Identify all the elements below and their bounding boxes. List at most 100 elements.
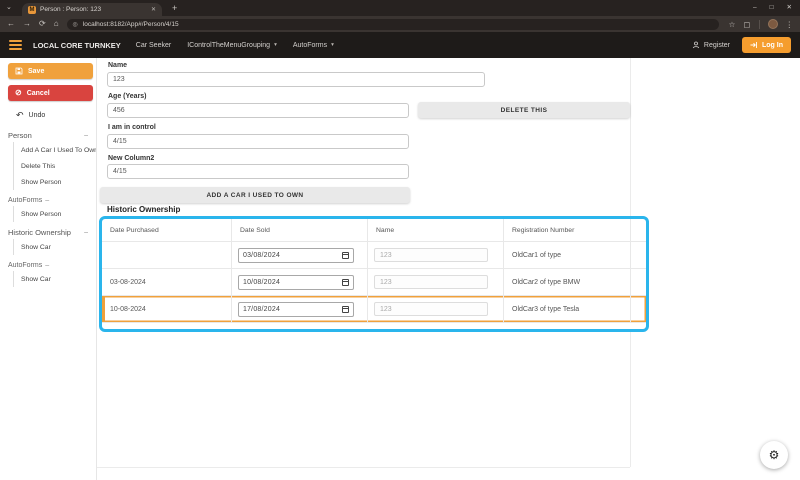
sidebar-item-show-person-2[interactable]: Show Person bbox=[14, 206, 96, 222]
col-header-date-purchased: Date Purchased bbox=[102, 227, 159, 234]
collapse-icon: – bbox=[45, 262, 49, 269]
toolbar-separator bbox=[759, 20, 760, 29]
sidebar-group-autoforms-2[interactable]: AutoForms– bbox=[8, 262, 88, 269]
settings-fab[interactable]: ⚙ bbox=[760, 441, 788, 469]
url-text: localhost:8182/App#/Person/4/15 bbox=[83, 21, 179, 28]
window-close-button[interactable]: ✕ bbox=[787, 0, 792, 16]
undo-icon: ↶ bbox=[16, 112, 24, 119]
extensions-icon[interactable]: ▢ bbox=[743, 20, 750, 29]
reload-icon[interactable]: ⟳ bbox=[39, 16, 46, 32]
registration-value: OldCar2 of type BMW bbox=[504, 279, 580, 286]
age-label: Age (Years) bbox=[108, 93, 147, 100]
save-button[interactable]: Save bbox=[8, 63, 93, 79]
nav-item-car-seeker[interactable]: Car Seeker bbox=[136, 42, 171, 49]
browser-toolbar: ← → ⟳ ⌂ ◎ localhost:8182/App#/Person/4/1… bbox=[0, 16, 800, 32]
sidebar-group-historic-ownership[interactable]: Historic Ownership – bbox=[8, 228, 88, 237]
tab-strip: ⌄ M Person : Person: 123 ✕ + – □ ✕ bbox=[0, 0, 800, 16]
back-icon[interactable]: ← bbox=[7, 16, 15, 32]
name-field[interactable] bbox=[107, 72, 485, 87]
col-header-name: Name bbox=[368, 227, 394, 234]
tab-close-icon[interactable]: ✕ bbox=[151, 6, 156, 13]
age-field[interactable] bbox=[107, 103, 409, 118]
chevron-down-icon: ▾ bbox=[331, 42, 334, 48]
col-header-date-sold: Date Sold bbox=[232, 227, 270, 234]
sidebar-item-show-car-2[interactable]: Show Car bbox=[14, 271, 96, 287]
sidebar-item-show-car[interactable]: Show Car bbox=[14, 239, 96, 255]
nav-item-autoforms[interactable]: AutoForms ▾ bbox=[293, 42, 334, 49]
registration-value: OldCar3 of type Tesla bbox=[504, 306, 579, 313]
sidebar-group-autoforms-1[interactable]: AutoForms– bbox=[8, 197, 88, 204]
new-tab-button[interactable]: + bbox=[172, 3, 177, 14]
sidebar-item-delete-this[interactable]: Delete This bbox=[14, 158, 96, 174]
sidebar-group-autoforms-1-items: Show Person bbox=[13, 206, 96, 222]
calendar-icon[interactable] bbox=[342, 306, 349, 313]
collapse-icon: – bbox=[45, 197, 49, 204]
window-minimize-button[interactable]: – bbox=[753, 0, 757, 16]
hamburger-menu-icon[interactable] bbox=[9, 40, 22, 50]
profile-avatar[interactable] bbox=[768, 19, 778, 29]
undo-button[interactable]: ↶ Undo bbox=[16, 112, 96, 119]
chevron-down-icon: ▾ bbox=[274, 42, 277, 48]
date-sold-input[interactable]: 10/08/2024 bbox=[238, 275, 354, 290]
sidebar-group-autoforms-2-items: Show Car bbox=[13, 271, 96, 287]
bookmark-star-icon[interactable]: ☆ bbox=[729, 20, 736, 29]
window-maximize-button[interactable]: □ bbox=[770, 0, 774, 16]
sidebar-group-person-items: Add A Car I Used To Own... Delete This S… bbox=[13, 142, 96, 190]
browser-window: ⌄ M Person : Person: 123 ✕ + – □ ✕ ← → ⟳… bbox=[0, 0, 800, 480]
sidebar-group-person[interactable]: Person – bbox=[8, 131, 88, 140]
date-sold-input[interactable]: 17/08/2024 bbox=[238, 302, 354, 317]
sidebar-item-show-person[interactable]: Show Person bbox=[14, 174, 96, 190]
toolbar-right: ☆ ▢ ⋮ bbox=[729, 19, 793, 29]
browser-tab[interactable]: M Person : Person: 123 ✕ bbox=[22, 3, 162, 16]
person-icon bbox=[692, 41, 700, 49]
sidebar-group-historic-items: Show Car bbox=[13, 239, 96, 255]
sidebar-item-add-a-car[interactable]: Add A Car I Used To Own... bbox=[14, 142, 96, 158]
calendar-icon[interactable] bbox=[342, 279, 349, 286]
login-arrow-icon bbox=[750, 41, 758, 49]
site-info-icon[interactable]: ◎ bbox=[73, 21, 78, 28]
tab-search-chevron-icon[interactable]: ⌄ bbox=[6, 3, 12, 13]
i-am-in-control-label: I am in control bbox=[108, 124, 156, 131]
login-button[interactable]: Log In bbox=[742, 37, 791, 53]
calendar-icon[interactable] bbox=[342, 252, 349, 259]
collapse-icon[interactable]: – bbox=[84, 229, 88, 236]
register-link[interactable]: Register bbox=[692, 41, 730, 49]
table-row[interactable]: 03-08-2024 10/08/2024 OldCar2 of type BM… bbox=[102, 269, 646, 296]
name-input-disabled[interactable] bbox=[374, 275, 488, 289]
table-row-selected[interactable]: 10-08-2024 17/08/2024 OldCar3 of type Te… bbox=[102, 296, 646, 323]
historic-ownership-title: Historic Ownership bbox=[107, 205, 180, 214]
browser-menu-icon[interactable]: ⋮ bbox=[786, 20, 794, 29]
cancel-button[interactable]: ⊘ Cancel bbox=[8, 85, 93, 101]
registration-value: OldCar1 of type bbox=[504, 252, 561, 259]
collapse-icon[interactable]: – bbox=[84, 132, 88, 139]
i-am-in-control-field[interactable] bbox=[107, 134, 409, 149]
app-navbar: LOCAL CORE TURNKEY Car Seeker IControlTh… bbox=[0, 32, 800, 58]
home-icon[interactable]: ⌂ bbox=[54, 16, 59, 32]
tab-title: Person : Person: 123 bbox=[40, 6, 147, 13]
gear-icon: ⚙ bbox=[769, 449, 780, 461]
new-column2-label: New Column2 bbox=[108, 155, 154, 162]
historic-ownership-table: Date Purchased Date Sold Name Registrati… bbox=[99, 216, 649, 332]
name-input-disabled[interactable] bbox=[374, 248, 488, 262]
cancel-icon: ⊘ bbox=[15, 89, 22, 97]
new-column2-field[interactable] bbox=[107, 164, 409, 179]
col-header-registration: Registration Number bbox=[504, 227, 574, 234]
date-purchased-value: 03-08-2024 bbox=[102, 279, 146, 286]
address-bar[interactable]: ◎ localhost:8182/App#/Person/4/15 bbox=[67, 19, 719, 30]
nav-item-icontrolthemenugrouping[interactable]: IControlTheMenuGrouping ▾ bbox=[187, 42, 277, 49]
forward-icon[interactable]: → bbox=[23, 16, 31, 32]
table-empty-area bbox=[102, 323, 646, 329]
table-header-row: Date Purchased Date Sold Name Registrati… bbox=[102, 219, 646, 242]
app-brand[interactable]: LOCAL CORE TURNKEY bbox=[33, 41, 121, 50]
content-bottom-border bbox=[97, 467, 630, 468]
name-input-disabled[interactable] bbox=[374, 302, 488, 316]
date-sold-input[interactable]: 03/08/2024 bbox=[238, 248, 354, 263]
main-content: Name Age (Years) DELETE THIS I am in con… bbox=[97, 58, 800, 480]
table-row[interactable]: 03/08/2024 OldCar1 of type bbox=[102, 242, 646, 269]
add-car-button[interactable]: ADD A CAR I USED TO OWN bbox=[100, 187, 410, 203]
save-floppy-icon bbox=[15, 67, 23, 75]
delete-this-button[interactable]: DELETE THIS bbox=[418, 102, 630, 118]
date-purchased-value: 10-08-2024 bbox=[102, 306, 146, 313]
favicon: M bbox=[28, 6, 36, 14]
sidebar: Save ⊘ Cancel ↶ Undo Person – Add A Car … bbox=[0, 58, 97, 480]
